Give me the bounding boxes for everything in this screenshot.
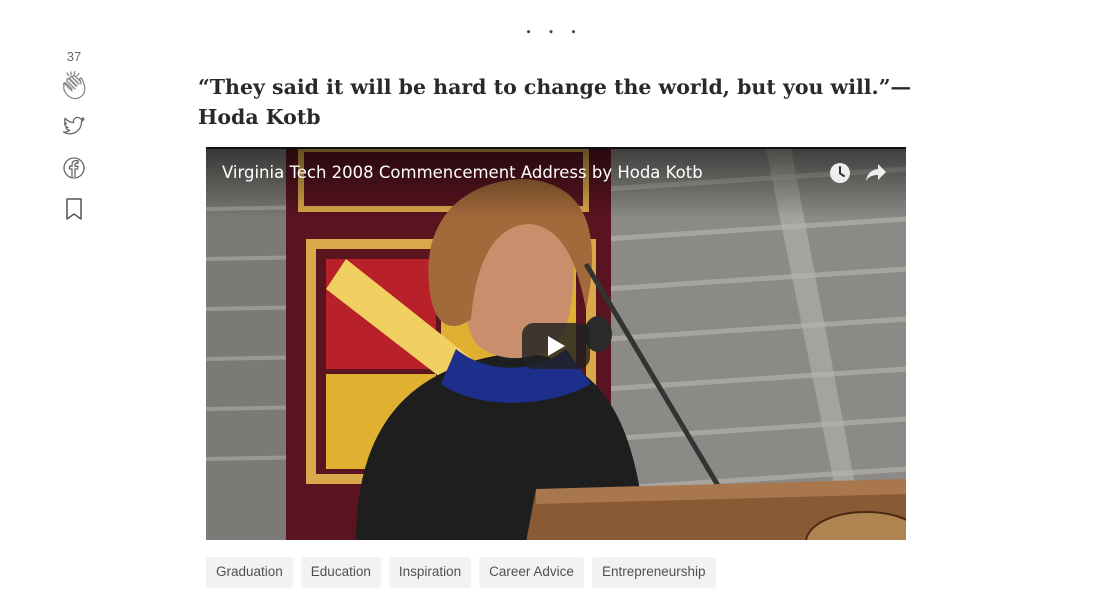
tag-inspiration[interactable]: Inspiration xyxy=(388,557,472,588)
tag-graduation[interactable]: Graduation xyxy=(206,557,293,588)
share-sidebar: 37 xyxy=(56,48,92,227)
clap-icon xyxy=(62,70,86,100)
clap-count: 37 xyxy=(66,49,82,64)
pull-quote: “They said it will be hard to change the… xyxy=(198,75,911,129)
share-icon xyxy=(866,164,886,181)
section-divider: ... xyxy=(525,10,593,39)
tag-entrepreneurship[interactable]: Entrepreneurship xyxy=(591,557,716,588)
clap-button[interactable] xyxy=(56,68,92,104)
share-facebook-button[interactable] xyxy=(56,150,92,186)
video-embed[interactable]: Virginia Tech 2008 Commencement Address … xyxy=(206,147,906,540)
play-icon xyxy=(548,336,565,356)
share-video-button[interactable] xyxy=(862,159,890,187)
twitter-icon xyxy=(62,116,85,135)
play-button[interactable] xyxy=(522,323,590,369)
tag-list: Graduation Education Inspiration Career … xyxy=(206,557,716,588)
bookmark-button[interactable] xyxy=(56,191,92,227)
tag-education[interactable]: Education xyxy=(300,557,381,588)
video-title-overlay xyxy=(206,149,906,219)
watch-later-button[interactable] xyxy=(826,159,854,187)
facebook-icon xyxy=(63,157,85,179)
share-twitter-button[interactable] xyxy=(56,109,92,145)
video-title[interactable]: Virginia Tech 2008 Commencement Address … xyxy=(222,163,703,182)
tag-career-advice[interactable]: Career Advice xyxy=(479,557,584,588)
bookmark-icon xyxy=(66,198,82,220)
watch-later-icon xyxy=(830,163,850,183)
